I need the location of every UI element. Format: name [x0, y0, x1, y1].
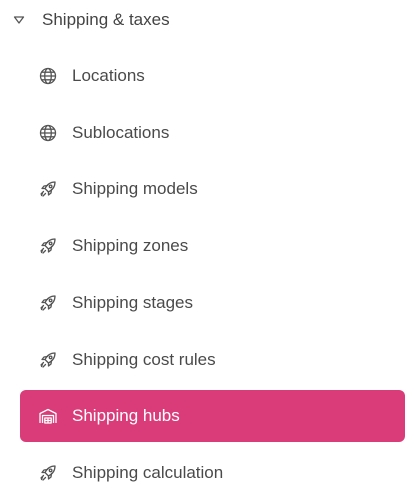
sidebar-item-label: Shipping calculation: [72, 463, 224, 482]
rocket-icon: [38, 236, 58, 256]
sidebar-item-label: Shipping zones: [72, 236, 189, 255]
sidebar-item-label: Sublocations: [72, 123, 170, 142]
globe-icon: [38, 66, 58, 86]
rocket-icon: [38, 179, 58, 199]
sidebar-item-shipping-zones[interactable]: Shipping zones: [20, 220, 405, 272]
sidebar-item-shipping-models[interactable]: Shipping models: [20, 163, 405, 215]
sidebar-item-sublocations[interactable]: Sublocations: [20, 107, 405, 159]
sidebar-item-shipping-stages[interactable]: Shipping stages: [20, 277, 405, 329]
sidebar-nav: Shipping & taxes Locations Sublocations …: [0, 0, 416, 502]
sidebar-item-locations[interactable]: Locations: [20, 50, 405, 102]
sidebar-item-label: Locations: [72, 66, 145, 85]
rocket-icon: [38, 350, 58, 370]
sidebar-item-shipping-calculation[interactable]: Shipping calculation: [20, 447, 405, 499]
sidebar-item-shipping-cost-rules[interactable]: Shipping cost rules: [20, 334, 405, 386]
section-header-label: Shipping & taxes: [42, 10, 170, 29]
rocket-icon: [38, 463, 58, 483]
rocket-icon: [38, 293, 58, 313]
sidebar-item-label: Shipping models: [72, 179, 198, 198]
globe-icon: [38, 123, 58, 143]
section-header-shipping-taxes[interactable]: Shipping & taxes: [0, 0, 416, 40]
caret-down-icon: [12, 13, 26, 27]
sidebar-item-label: Shipping stages: [72, 293, 193, 312]
warehouse-icon: [38, 406, 58, 426]
sidebar-item-shipping-hubs[interactable]: Shipping hubs: [20, 390, 405, 442]
sidebar-item-label: Shipping cost rules: [72, 350, 216, 369]
sidebar-item-label: Shipping hubs: [72, 406, 180, 425]
